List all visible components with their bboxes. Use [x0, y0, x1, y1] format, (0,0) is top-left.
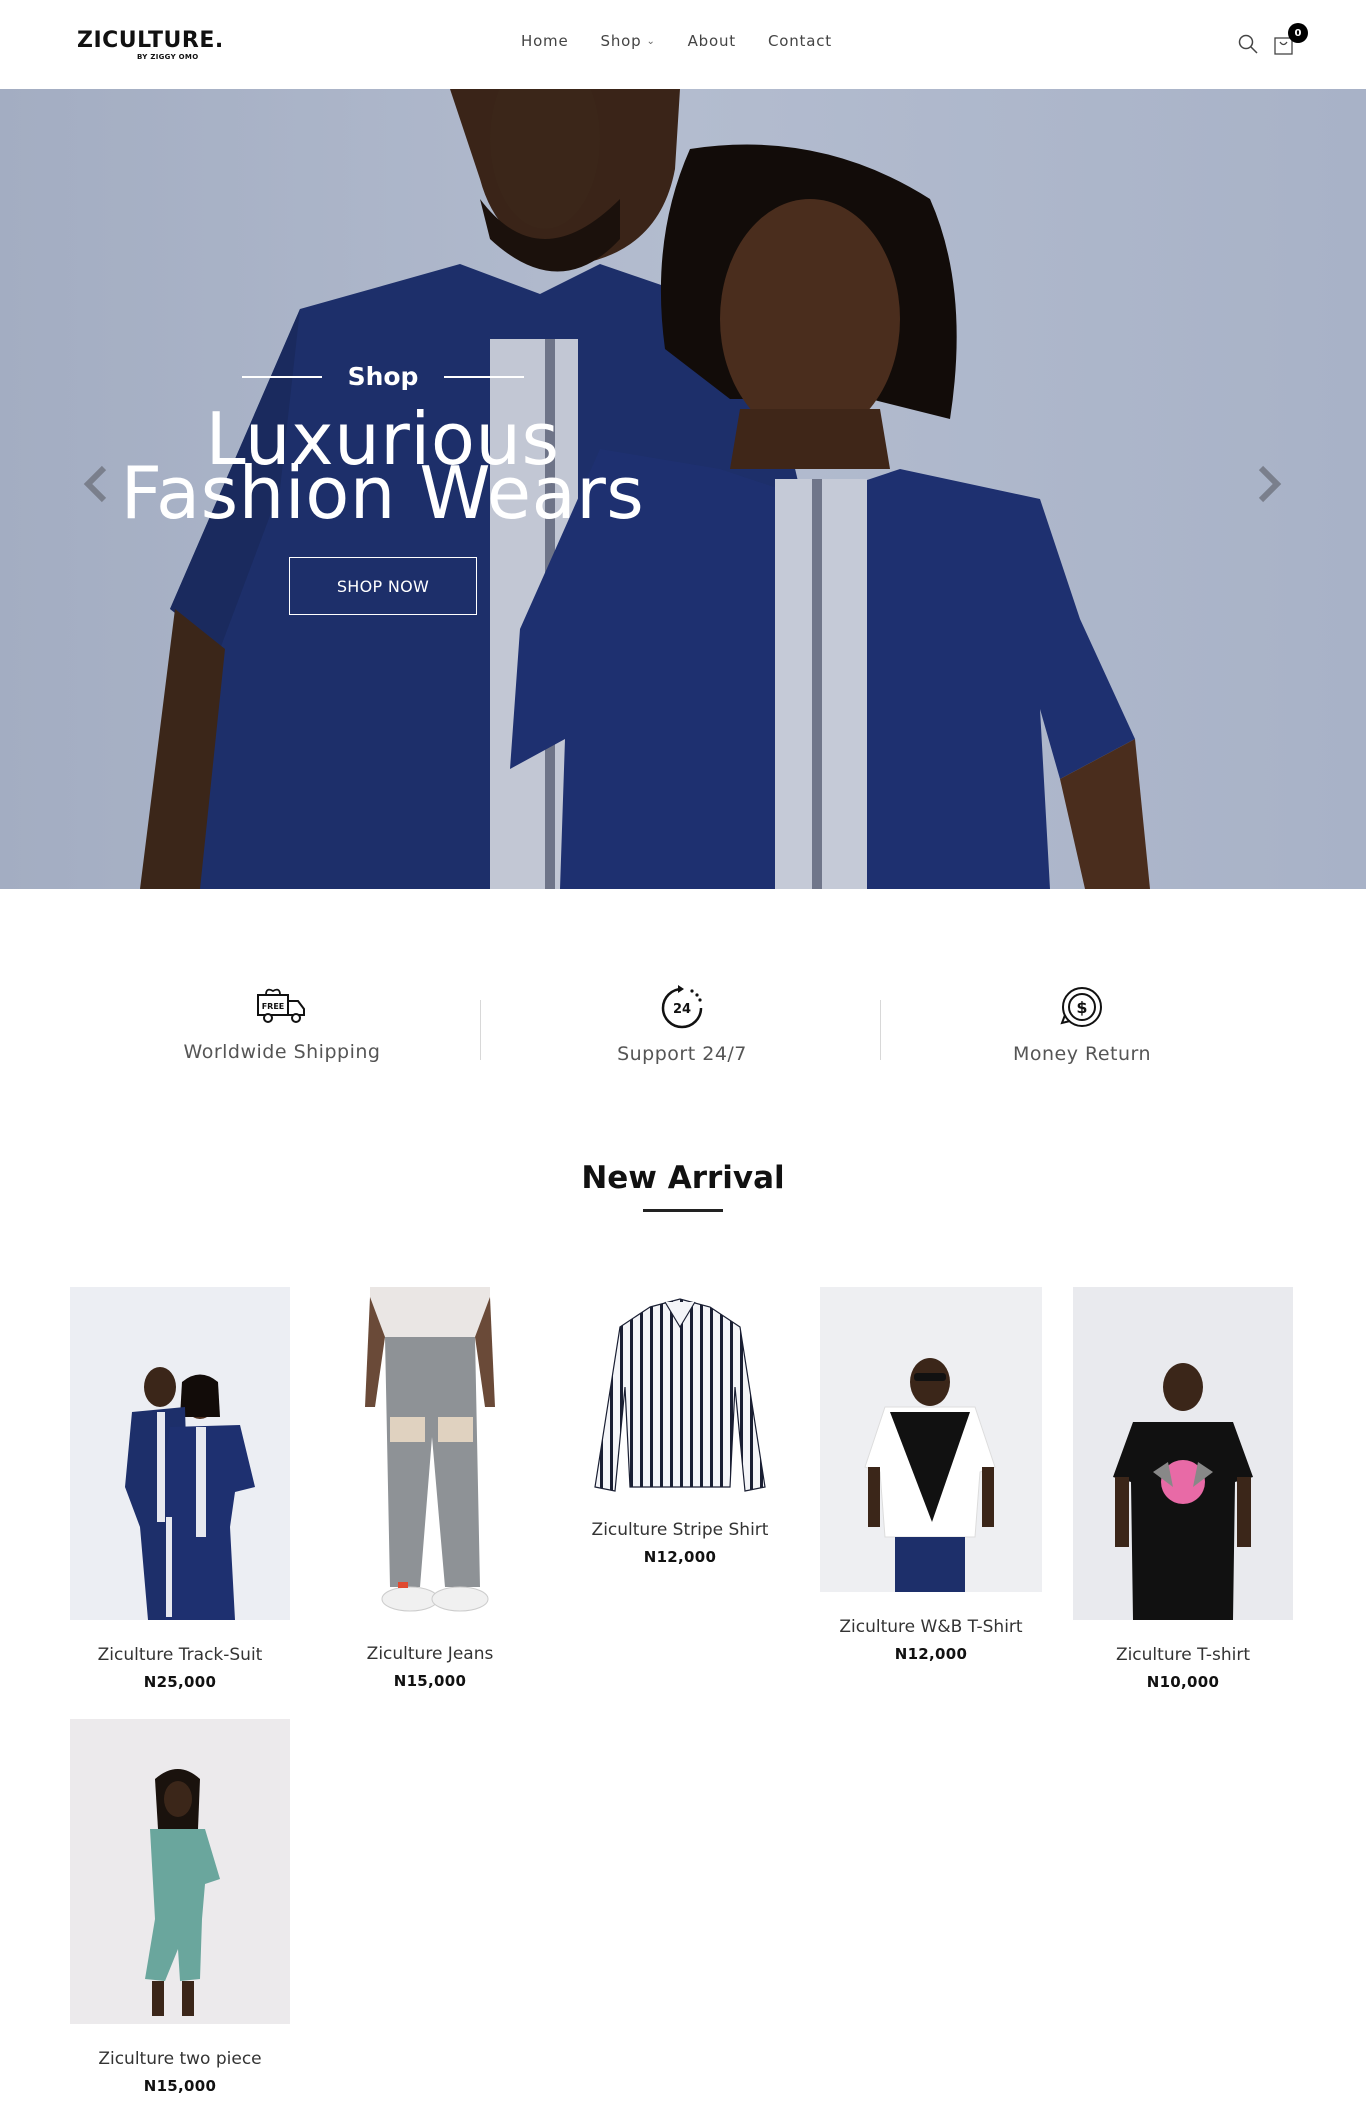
product-name[interactable]: Ziculture W&B T-Shirt	[820, 1617, 1042, 1637]
feature-shipping: FREE Worldwide Shipping	[132, 985, 432, 1063]
product-image[interactable]	[70, 1719, 290, 2024]
nav-home-label: Home	[521, 32, 569, 50]
site-header: ZICULTURE. BY ZIGGY OMO Home Shop ⌄ About…	[0, 0, 1366, 89]
product-card[interactable]: Ziculture Jeans N15,000	[320, 1287, 540, 1690]
product-card[interactable]: Ziculture Stripe Shirt N12,000	[570, 1287, 790, 1566]
hero-title-line2: Fashion Wears	[120, 451, 645, 535]
product-card[interactable]: Ziculture T-shirt N10,000	[1073, 1287, 1293, 1691]
feature-support: 24 Support 24/7	[532, 985, 832, 1065]
product-name[interactable]: Ziculture T-shirt	[1073, 1645, 1293, 1665]
product-card[interactable]: Ziculture Track-Suit N25,000	[70, 1287, 290, 1691]
section-title: New Arrival	[581, 1160, 785, 1196]
hero-eyebrow-text: Shop	[347, 362, 419, 391]
nav-about[interactable]: About	[688, 32, 736, 50]
product-image[interactable]	[820, 1287, 1042, 1592]
chevron-left-icon[interactable]	[82, 464, 108, 504]
cart-count-badge: 0	[1288, 23, 1308, 43]
svg-text:$: $	[1076, 998, 1087, 1017]
site-logo[interactable]: ZICULTURE. BY ZIGGY OMO	[77, 28, 224, 62]
shop-now-button[interactable]: SHOP NOW	[289, 557, 477, 615]
product-image[interactable]	[1073, 1287, 1293, 1620]
product-image[interactable]	[320, 1287, 540, 1619]
logo-wordmark: ZICULTURE.	[77, 28, 224, 53]
product-price: N15,000	[143, 2077, 217, 2095]
search-icon[interactable]	[1238, 34, 1258, 54]
product-image[interactable]	[70, 1287, 290, 1620]
feature-divider	[880, 1000, 881, 1060]
svg-text:FREE: FREE	[262, 1002, 285, 1011]
money-return-icon: $	[1060, 987, 1102, 1027]
hero-slider: Shop Luxurious Fashion Wears SHOP NOW	[0, 89, 1366, 889]
product-price: N10,000	[1146, 1673, 1220, 1691]
feature-money-return-label: Money Return	[1012, 1043, 1152, 1065]
nav-about-label: About	[687, 32, 736, 50]
hero-eyebrow: Shop	[242, 362, 524, 391]
eyebrow-line-left	[242, 375, 322, 378]
product-price: N12,000	[894, 1645, 968, 1663]
nav-contact[interactable]: Contact	[768, 32, 832, 50]
eyebrow-line-right	[444, 375, 524, 378]
feature-money-return: $ Money Return	[932, 985, 1232, 1065]
product-price: N15,000	[393, 1672, 467, 1690]
logo-tagline: BY ZIGGY OMO	[137, 53, 199, 61]
hero-title: Luxurious Fashion Wears	[100, 403, 665, 535]
product-name[interactable]: Ziculture Stripe Shirt	[570, 1520, 790, 1540]
nav-contact-label: Contact	[767, 32, 832, 50]
section-title-underline	[643, 1209, 723, 1212]
product-name[interactable]: Ziculture Jeans	[320, 1644, 540, 1664]
chevron-right-icon[interactable]	[1257, 464, 1283, 504]
free-shipping-truck-icon: FREE	[257, 988, 305, 1023]
nav-shop[interactable]: Shop ⌄	[601, 32, 656, 50]
product-price: N12,000	[643, 1548, 717, 1566]
product-card[interactable]: Ziculture two piece N15,000	[70, 1719, 290, 2095]
product-price: N25,000	[143, 1673, 217, 1691]
feature-divider	[480, 1000, 481, 1060]
product-image[interactable]	[570, 1287, 790, 1495]
svg-text:24: 24	[673, 1002, 691, 1017]
product-name[interactable]: Ziculture Track-Suit	[70, 1645, 290, 1665]
product-card[interactable]: Ziculture W&B T-Shirt N12,000	[820, 1287, 1042, 1663]
nav-home[interactable]: Home	[521, 32, 569, 50]
chevron-down-icon: ⌄	[646, 35, 656, 47]
feature-support-label: Support 24/7	[617, 1043, 747, 1065]
main-nav: Home Shop ⌄ About Contact	[521, 32, 864, 50]
feature-shipping-label: Worldwide Shipping	[183, 1041, 381, 1063]
product-name[interactable]: Ziculture two piece	[70, 2049, 290, 2069]
nav-shop-label: Shop	[600, 32, 642, 50]
support-24-icon: 24	[661, 985, 703, 1029]
